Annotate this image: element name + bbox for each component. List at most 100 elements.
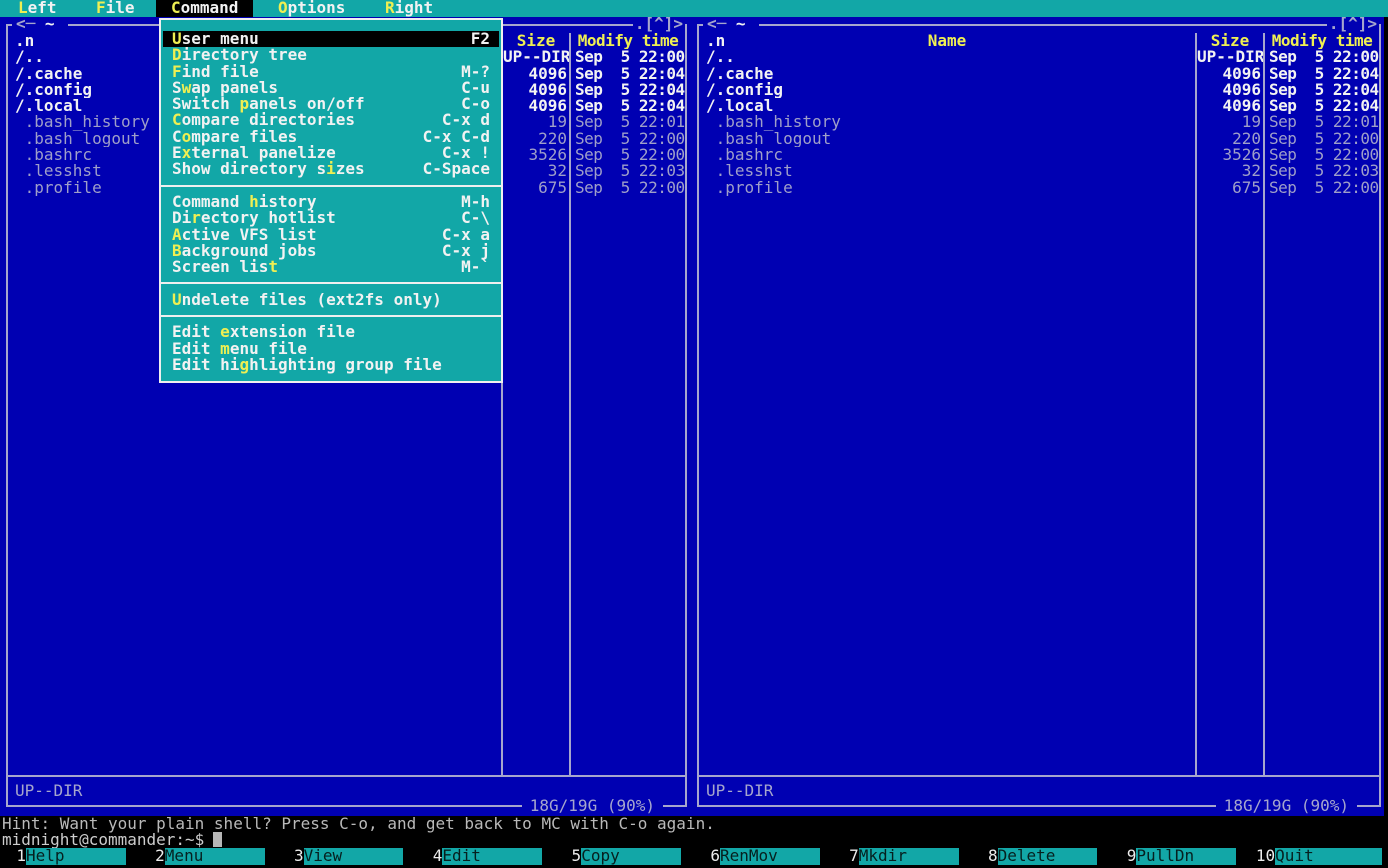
fkey-label: View <box>304 848 404 865</box>
right-panel-path-bar[interactable]: <─ ~ <box>703 16 759 33</box>
left-panel-path-bar[interactable]: <─ ~ <box>12 16 68 33</box>
file-row-lesshst[interactable]: .lesshst32Sep 5 22:03 <box>699 163 1379 179</box>
file-name: .bash_logout <box>699 131 1195 147</box>
fkey-label: Menu <box>165 848 265 865</box>
fkey-label: PullDn <box>1136 848 1236 865</box>
column-separator <box>1195 33 1197 775</box>
menu-separator <box>161 275 501 291</box>
fkey-number: 7 <box>833 848 859 865</box>
fkey-number: 3 <box>278 848 304 865</box>
file-size: 3526 <box>1197 147 1263 163</box>
file-size: 4096 <box>1197 66 1263 82</box>
file-size: 4096 <box>503 66 569 82</box>
file-name: /.local <box>699 98 1195 114</box>
file-name: .bashrc <box>699 147 1195 163</box>
column-header-size[interactable]: Size <box>1197 33 1263 49</box>
fkey-number: 9 <box>1110 848 1136 865</box>
menubar-item-file[interactable]: File <box>96 0 135 17</box>
file-size: UP--DIR <box>503 49 569 65</box>
fkey-label: RenMov <box>720 848 820 865</box>
file-row-profile[interactable]: .profile675Sep 5 22:00 <box>699 180 1379 196</box>
fkey-1-help[interactable]: 1Help <box>0 848 139 865</box>
file-row-bash-history[interactable]: .bash_history19Sep 5 22:01 <box>699 114 1379 130</box>
file-size: 220 <box>1197 131 1263 147</box>
fkey-7-mkdir[interactable]: 7Mkdir <box>833 848 972 865</box>
left-panel-history-icon[interactable]: .[^]> <box>633 16 685 33</box>
file-mtime: Sep 5 22:00 <box>571 180 685 196</box>
fkey-label: Edit <box>442 848 542 865</box>
file-size: 4096 <box>1197 98 1263 114</box>
file-mtime: Sep 5 22:04 <box>571 66 685 82</box>
file-mtime: Sep 5 22:03 <box>1265 163 1379 179</box>
right-panel-header: .nNameSizeModify time <box>699 33 1379 49</box>
right-panel-history-icon[interactable]: .[^]> <box>1327 16 1379 33</box>
fkey-label: Copy <box>581 848 681 865</box>
file-mtime: Sep 5 22:04 <box>571 82 685 98</box>
file-row-config[interactable]: /.config4096Sep 5 22:04 <box>699 82 1379 98</box>
menubar-item-left[interactable]: Left <box>18 0 57 17</box>
file-size: UP--DIR <box>1197 49 1263 65</box>
column-header-size[interactable]: Size <box>503 33 569 49</box>
file-name: .profile <box>699 180 1195 196</box>
file-row-bashrc[interactable]: .bashrc3526Sep 5 22:00 <box>699 147 1379 163</box>
column-separator <box>569 33 571 775</box>
column-separator <box>1263 33 1265 775</box>
file-row-cache[interactable]: /.cache4096Sep 5 22:04 <box>699 66 1379 82</box>
menubar-item-options[interactable]: Options <box>278 0 345 17</box>
menu-item-label: Edit highlighting group file <box>172 357 442 373</box>
file-mtime: Sep 5 22:00 <box>1265 180 1379 196</box>
file-mtime: Sep 5 22:00 <box>1265 147 1379 163</box>
fkey-number: 8 <box>972 848 998 865</box>
terminal-cursor <box>213 832 222 847</box>
file-name: .lesshst <box>699 163 1195 179</box>
file-row-local[interactable]: /.local4096Sep 5 22:04 <box>699 98 1379 114</box>
file-mtime: Sep 5 22:03 <box>571 163 685 179</box>
right-file-list: .nNameSizeModify time/..UP--DIRSep 5 22:… <box>699 33 1379 196</box>
menu-item-undelete-files-ext2fs-only[interactable]: Undelete files (ext2fs only) <box>163 292 499 308</box>
file-mtime: Sep 5 22:00 <box>1265 131 1379 147</box>
fkey-5-copy[interactable]: 5Copy <box>555 848 694 865</box>
file-row-bash-logout[interactable]: .bash_logout220Sep 5 22:00 <box>699 131 1379 147</box>
menu-item-show-directory-sizes[interactable]: Show directory sizesC-Space <box>163 161 499 177</box>
menubar-item-command[interactable]: Command <box>156 0 253 17</box>
file-size: 19 <box>1197 114 1263 130</box>
function-key-bar: 1Help2Menu3View4Edit5Copy6RenMov7Mkdir8D… <box>0 848 1388 865</box>
ministatus-divider <box>8 775 685 777</box>
file-size: 220 <box>503 131 569 147</box>
right-free-space: 18G/19G (90%) <box>1216 798 1357 815</box>
file-size: 675 <box>503 180 569 196</box>
fkey-label: Help <box>26 848 126 865</box>
file-mtime: Sep 5 22:00 <box>571 131 685 147</box>
fkey-9-pulldn[interactable]: 9PullDn <box>1110 848 1249 865</box>
fkey-label: Quit <box>1275 848 1382 865</box>
menu-bar: Left File Command Options Right <box>0 0 1388 17</box>
fkey-number: 5 <box>555 848 581 865</box>
menu-item-edit-highlighting-group-file[interactable]: Edit highlighting group file <box>163 357 499 373</box>
fkey-2-menu[interactable]: 2Menu <box>139 848 278 865</box>
file-name: /.config <box>699 82 1195 98</box>
file-mtime: Sep 5 22:00 <box>571 49 685 65</box>
column-header-name[interactable]: Name <box>699 33 1195 49</box>
fkey-number: 1 <box>0 848 26 865</box>
ministatus-divider <box>699 775 1379 777</box>
file-mtime: Sep 5 22:04 <box>1265 82 1379 98</box>
file-size: 4096 <box>503 98 569 114</box>
column-header-mtime[interactable]: Modify time <box>1265 33 1379 49</box>
fkey-label: Mkdir <box>859 848 959 865</box>
fkey-number: 4 <box>416 848 442 865</box>
file-row-[interactable]: /..UP--DIRSep 5 22:00 <box>699 49 1379 65</box>
file-name: /.. <box>699 49 1195 65</box>
menubar-item-right[interactable]: Right <box>385 0 433 17</box>
fkey-number: 2 <box>139 848 165 865</box>
menu-item-screen-list[interactable]: Screen listM-` <box>163 259 499 275</box>
fkey-label: Delete <box>998 848 1098 865</box>
column-header-mtime[interactable]: Modify time <box>571 33 685 49</box>
fkey-4-edit[interactable]: 4Edit <box>416 848 555 865</box>
fkey-3-view[interactable]: 3View <box>278 848 417 865</box>
fkey-10-quit[interactable]: 10Quit <box>1249 848 1388 865</box>
menu-item-label: Screen list <box>172 259 278 275</box>
shell-prompt[interactable]: midnight@commander:~$ <box>2 832 222 848</box>
fkey-8-delete[interactable]: 8Delete <box>972 848 1111 865</box>
menu-separator <box>161 308 501 324</box>
fkey-6-renmov[interactable]: 6RenMov <box>694 848 833 865</box>
